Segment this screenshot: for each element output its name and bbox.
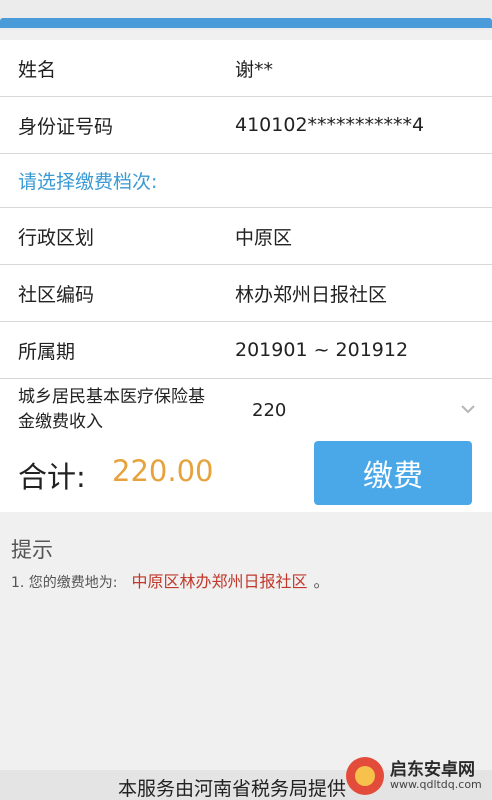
chevron-down-icon[interactable] bbox=[458, 399, 478, 419]
payment-form: 姓名 谢** 身份证号码 410102***********4 请选择缴费档次:… bbox=[0, 40, 492, 442]
tips-line-end: 。 bbox=[313, 572, 330, 591]
period-label: 所属期 bbox=[18, 340, 76, 363]
community-value: 林办郑州日报社区 bbox=[235, 283, 388, 306]
community-row: 社区编码 林办郑州日报社区 bbox=[0, 265, 492, 322]
district-value: 中原区 bbox=[235, 226, 293, 249]
watermark-text: 启东安卓网 www.qdltdq.com bbox=[390, 759, 482, 792]
tips-title: 提示 bbox=[11, 538, 53, 562]
watermark: 启东安卓网 www.qdltdq.com bbox=[346, 754, 486, 798]
watermark-url: www.qdltdq.com bbox=[390, 778, 482, 792]
tips-line: 1. 您的缴费地为: 中原区林办郑州日报社区。 bbox=[11, 568, 330, 592]
total-amount: 220.00 bbox=[112, 454, 214, 488]
community-label: 社区编码 bbox=[18, 283, 95, 306]
id-value: 410102***********4 bbox=[235, 114, 425, 136]
period-value: 201901 ~ 201912 bbox=[235, 339, 409, 361]
section-title: 请选择缴费档次: bbox=[18, 171, 158, 193]
name-label: 姓名 bbox=[18, 58, 57, 81]
id-row: 身份证号码 410102***********4 bbox=[0, 97, 492, 154]
period-row: 所属期 201901 ~ 201912 bbox=[0, 322, 492, 379]
tips-location: 中原区林办郑州日报社区 bbox=[131, 572, 308, 591]
total-bar: 合计: 220.00 缴费 bbox=[0, 432, 492, 512]
section-title-row: 请选择缴费档次: bbox=[0, 154, 492, 208]
name-row: 姓名 谢** bbox=[0, 40, 492, 97]
district-row: 行政区划 中原区 bbox=[0, 208, 492, 265]
insurance-label: 城乡居民基本医疗保险基金缴费收入 bbox=[18, 387, 205, 432]
watermark-name: 启东安卓网 bbox=[390, 759, 475, 780]
watermark-logo-icon bbox=[346, 757, 384, 795]
insurance-value: 220 bbox=[252, 399, 287, 421]
header-accent-bar bbox=[0, 18, 492, 28]
district-label: 行政区划 bbox=[18, 226, 95, 249]
total-label: 合计: bbox=[18, 460, 86, 494]
tips-line-prefix: 1. 您的缴费地为: bbox=[11, 575, 118, 591]
footer-text: 本服务由河南省税务局提供 bbox=[118, 778, 347, 800]
name-value: 谢** bbox=[235, 58, 274, 81]
pay-button[interactable]: 缴费 bbox=[314, 441, 472, 505]
id-label: 身份证号码 bbox=[18, 115, 114, 138]
tips-panel: 提示 1. 您的缴费地为: 中原区林办郑州日报社区。 bbox=[0, 514, 492, 770]
